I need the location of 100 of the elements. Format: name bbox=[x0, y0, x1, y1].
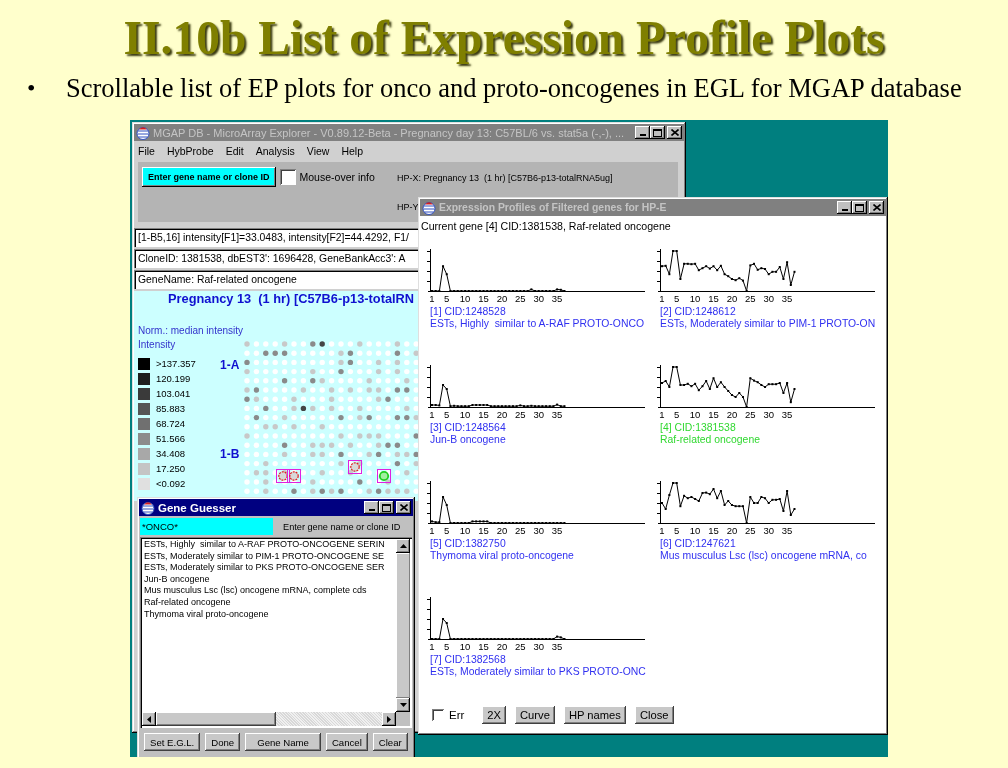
lookup-button[interactable]: Enter gene name or clone ID bbox=[142, 167, 276, 187]
maximize-button[interactable] bbox=[852, 201, 867, 214]
axis-tick-label: 20 bbox=[726, 409, 738, 420]
gene-id-label[interactable]: [7] CID:1382568 bbox=[430, 654, 506, 666]
gene-id-label[interactable]: [5] CID:1382750 bbox=[430, 538, 506, 550]
axis-tick-label: 10 bbox=[689, 409, 701, 420]
axis-tick-label: 15 bbox=[478, 293, 489, 304]
axis-tick-label: 5 bbox=[674, 409, 680, 420]
close-button[interactable] bbox=[667, 126, 682, 139]
window-title: MGAP DB - MicroArray Explorer - V0.89.12-Beta - Pregnancy day 13: C57BL/6 vs. stat5a (-,-), ... bbox=[153, 126, 626, 139]
query-field[interactable]: *ONCO* bbox=[140, 518, 273, 535]
axis-tick-label: 30 bbox=[763, 525, 774, 536]
checkbox-label: Mouse-over info bbox=[299, 171, 375, 183]
axis-tick-label: 1 bbox=[659, 409, 665, 420]
spot-marker-icon[interactable] bbox=[287, 469, 301, 483]
axis-tick-label: 35 bbox=[781, 293, 793, 304]
close-button[interactable] bbox=[869, 201, 884, 214]
legend-title: Intensity bbox=[138, 338, 176, 352]
spot-marker-icon[interactable] bbox=[276, 469, 290, 483]
axis-tick-label: 20 bbox=[496, 641, 508, 652]
axis-tick-label: 10 bbox=[689, 525, 701, 536]
maximize-button[interactable] bbox=[650, 126, 665, 139]
axis-tick-label: 15 bbox=[478, 525, 489, 536]
gene-name-label[interactable]: Jun-B oncogene bbox=[430, 434, 506, 446]
scroll-down-button[interactable] bbox=[396, 698, 410, 712]
axis-tick-label: 25 bbox=[745, 525, 756, 536]
spot-marker-icon[interactable] bbox=[348, 460, 362, 474]
clear-button[interactable]: Clear bbox=[372, 733, 408, 751]
menu-item[interactable]: Edit bbox=[225, 144, 244, 157]
close-icon bbox=[399, 504, 408, 511]
axis-tick-label: 20 bbox=[726, 293, 738, 304]
result-item[interactable]: Mus musculus Lsc (lsc) oncogene mRNA, complete cds bbox=[144, 585, 396, 597]
minimize-icon bbox=[639, 134, 646, 136]
minimize-button[interactable] bbox=[837, 201, 852, 214]
axis-tick-label: 25 bbox=[745, 293, 756, 304]
done-button[interactable]: Done bbox=[205, 733, 241, 751]
scroll-thumb[interactable] bbox=[156, 712, 276, 726]
minimize-button[interactable] bbox=[364, 501, 379, 514]
gene-id-label[interactable]: [3] CID:1248564 bbox=[430, 422, 506, 434]
gene-id-label[interactable]: [1] CID:1248528 bbox=[430, 306, 506, 318]
minimize-button[interactable] bbox=[635, 126, 650, 139]
gene-id-label[interactable]: [2] CID:1248612 bbox=[660, 306, 736, 318]
legend-value: 68.724 bbox=[156, 418, 186, 430]
globe-icon bbox=[136, 125, 150, 140]
axis-tick-label: 5 bbox=[444, 293, 450, 304]
axis-tick-label: 15 bbox=[478, 409, 489, 420]
menu-item[interactable]: Help bbox=[341, 144, 363, 157]
info-field[interactable]: [1-B5,16] intensity[F1]=33.0483, intensity[F2]=44.4292, F1/ bbox=[134, 228, 418, 247]
scroll-left-button[interactable] bbox=[142, 712, 156, 726]
gene-id-label[interactable]: [6] CID:1247621 bbox=[660, 538, 736, 550]
result-item[interactable]: ESTs, Moderately similar to PKS PROTO-ONCOGENE SER bbox=[144, 562, 396, 574]
axis-tick-label: 30 bbox=[763, 409, 774, 420]
close-dialog-button[interactable]: Close bbox=[634, 706, 674, 724]
gene-name-label[interactable]: ESTs, Highly similar to A-RAF PROTO-ONCO bbox=[430, 318, 644, 330]
axis-tick-label: 5 bbox=[444, 409, 450, 420]
menu-item[interactable]: HybProbe bbox=[166, 144, 214, 157]
maximize-button[interactable] bbox=[379, 501, 394, 514]
checkbox[interactable] bbox=[279, 169, 296, 185]
info-field[interactable]: GeneName: Raf-related oncogene bbox=[134, 270, 418, 289]
gene-name-label[interactable]: Thymoma viral proto-oncogene bbox=[430, 550, 574, 562]
axis-tick-label: 25 bbox=[515, 525, 526, 536]
scroll-right-button[interactable] bbox=[382, 712, 396, 726]
close-button[interactable] bbox=[396, 501, 411, 514]
close-icon bbox=[670, 129, 679, 136]
result-item[interactable]: Jun-B oncogene bbox=[144, 573, 396, 586]
close-icon bbox=[872, 204, 881, 211]
maximize-icon bbox=[653, 128, 662, 137]
result-item[interactable]: Thymoma viral proto-oncogene bbox=[144, 608, 396, 621]
legend-value: >137.357 bbox=[156, 358, 196, 370]
up-arrow-icon bbox=[399, 544, 407, 548]
axis-tick-label: 10 bbox=[459, 641, 471, 652]
axis-tick-label: 5 bbox=[444, 525, 450, 536]
gene-name-label[interactable]: ESTs, Moderately similar to PKS PROTO-ONC bbox=[430, 666, 646, 678]
axis-tick-label: 15 bbox=[708, 409, 719, 420]
set-egl-button[interactable]: Set E.G.L. bbox=[144, 733, 201, 751]
curve-button[interactable]: Curve bbox=[515, 706, 555, 724]
result-item[interactable]: ESTs, Highly similar to A-RAF PROTO-ONCOGENE SERIN bbox=[144, 539, 396, 551]
menu-item[interactable]: File bbox=[138, 144, 155, 157]
names-button[interactable]: HP names bbox=[563, 706, 626, 724]
vertical-scrollbar[interactable] bbox=[396, 539, 410, 712]
scroll-thumb[interactable] bbox=[396, 553, 410, 698]
minimize-icon bbox=[368, 509, 375, 511]
axis-tick-label: 1 bbox=[429, 409, 435, 420]
block-label: 1-B bbox=[220, 446, 240, 462]
gene-name-label[interactable]: Mus musculus Lsc (lsc) oncogene mRNA, co bbox=[660, 550, 867, 562]
cancel-button[interactable]: Cancel bbox=[325, 733, 368, 751]
info-field[interactable]: CloneID: 1381538, dbEST3': 1696428, GeneBankAcc3': A bbox=[134, 249, 418, 268]
double-size-button[interactable]: 2X bbox=[482, 706, 507, 724]
menu-item[interactable]: Analysis bbox=[255, 144, 295, 157]
horizontal-scrollbar[interactable] bbox=[142, 712, 396, 726]
maximize-icon bbox=[855, 203, 864, 212]
result-item[interactable]: Raf-related oncogene bbox=[144, 596, 396, 609]
menu-item[interactable]: View bbox=[306, 144, 330, 157]
y-axis bbox=[656, 364, 661, 409]
gene-name-label[interactable]: ESTs, Moderately similar to PIM-1 PROTO-ON bbox=[660, 318, 876, 330]
result-item[interactable]: ESTs, Moderately similar to PIM-1 PROTO-ONCOGENE SE bbox=[144, 550, 396, 563]
scroll-up-button[interactable] bbox=[396, 539, 410, 553]
spot-marker-icon[interactable] bbox=[377, 469, 391, 483]
gene-name-button[interactable]: Gene Name bbox=[245, 733, 321, 751]
legend-value: <0.092 bbox=[156, 478, 186, 490]
